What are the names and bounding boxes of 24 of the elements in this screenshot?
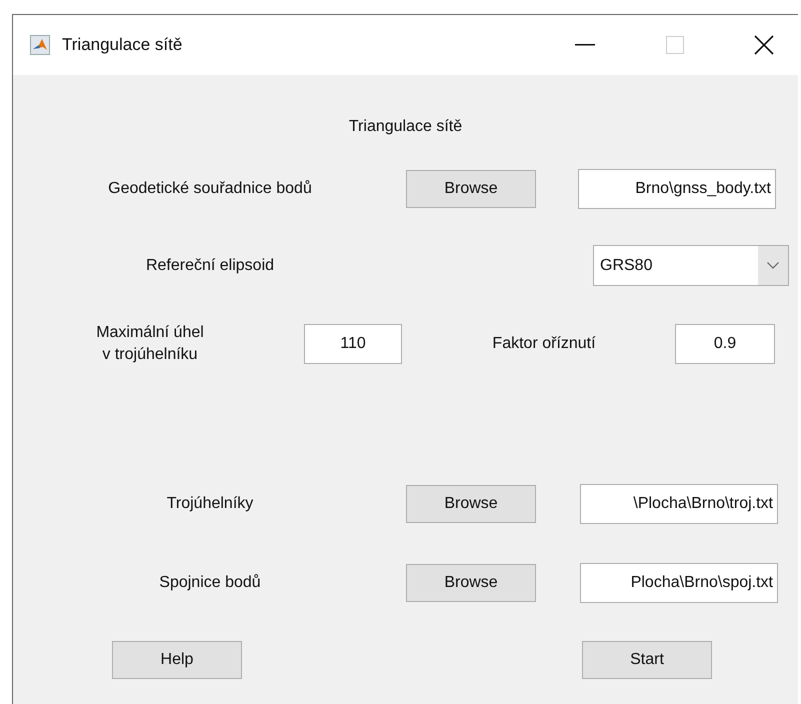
field-label: Maximální úhel v trojúhelníku [95, 323, 205, 365]
field-label: Trojúhelníky [166, 495, 254, 512]
browse-button[interactable]: Browse [406, 170, 536, 208]
app-icon [30, 35, 50, 55]
field-label: Spojnice bodů [159, 574, 261, 591]
ellipsoid-dropdown[interactable]: GRS80 [593, 245, 789, 286]
path-field[interactable]: \Plocha\Brno\troj.txt [580, 484, 778, 524]
chevron-down-icon [767, 262, 779, 269]
path-field[interactable]: Plocha\Brno\spoj.txt [580, 563, 778, 603]
window-title: Triangulace sítě [62, 35, 182, 55]
start-button[interactable]: Start [582, 641, 712, 679]
browse-button[interactable]: Browse [406, 564, 536, 602]
field-label: Faktor oříznutí [492, 335, 596, 352]
maximize-icon [666, 36, 684, 54]
factor-field[interactable]: 0.9 [675, 324, 775, 364]
help-button[interactable]: Help [112, 641, 242, 679]
minimize-icon[interactable] [575, 44, 595, 46]
dialog-heading: Triangulace sítě [348, 118, 462, 137]
close-icon[interactable] [754, 35, 774, 55]
angle-field[interactable]: 110 [304, 324, 402, 364]
browse-button[interactable]: Browse [406, 485, 536, 523]
field-label: Refereční elipsoid [146, 256, 274, 274]
field-label: Geodetické souřadnice bodů [108, 180, 312, 197]
path-field[interactable]: Brno\gnss_body.txt [578, 169, 776, 209]
